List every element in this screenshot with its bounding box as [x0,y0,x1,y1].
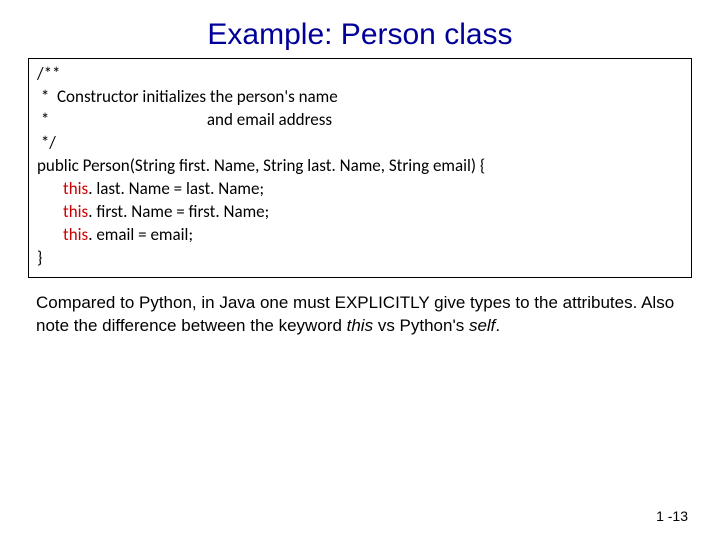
paragraph-text: . [495,316,500,335]
paragraph-text: vs Python's [373,316,469,335]
code-line: */ [37,132,683,155]
code-line: this. email = email; [37,224,683,247]
code-line: /** [37,63,683,86]
keyword-this: this [63,178,88,199]
keyword-public: public [37,155,79,176]
code-line: * and email address [37,109,683,132]
code-line: * Constructor initializes the person's n… [37,86,683,109]
keyword-this-italic: this [347,316,373,335]
keyword-this: this [63,224,88,245]
code-text: . email = email; [88,224,193,245]
code-line: public Person(String first. Name, String… [37,155,683,178]
code-text: Person(String first. Name, String last. … [79,155,485,176]
page-number: 1 -13 [656,508,688,524]
keyword-this: this [63,201,88,222]
code-line: this. last. Name = last. Name; [37,178,683,201]
code-block: /** * Constructor initializes the person… [28,58,692,278]
keyword-self-italic: self [469,316,495,335]
explanation-paragraph: Compared to Python, in Java one must EXP… [28,292,692,336]
slide-title: Example: Person class [28,18,692,52]
code-line: } [37,247,683,270]
code-text: . first. Name = first. Name; [88,201,269,222]
code-line: this. first. Name = first. Name; [37,201,683,224]
code-text: . last. Name = last. Name; [88,178,264,199]
